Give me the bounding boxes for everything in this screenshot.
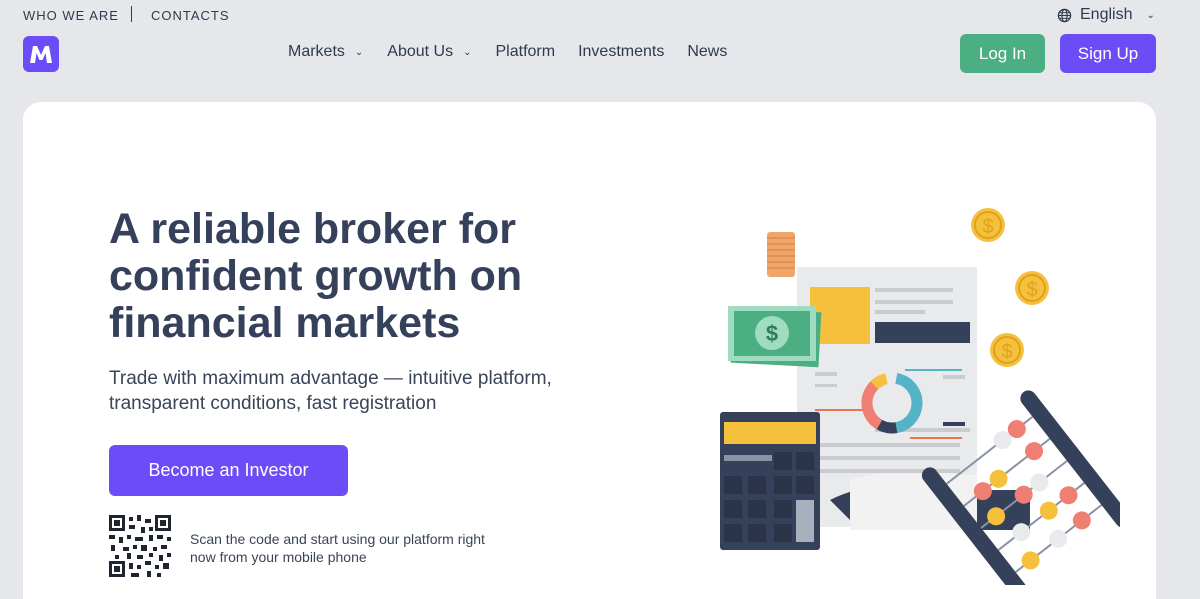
top-divider <box>131 6 132 22</box>
chevron-down-icon: ⌄ <box>463 46 472 58</box>
coin-stack <box>767 232 795 277</box>
nav-news[interactable]: News <box>687 43 727 61</box>
chevron-down-icon: ⌄ <box>354 46 364 58</box>
nav-news-label: News <box>687 43 728 60</box>
nav-investments[interactable]: Investments <box>578 43 664 61</box>
calculator <box>720 412 820 550</box>
dollar-coin: $ <box>990 333 1024 367</box>
money-bill: $ <box>728 306 822 368</box>
main-nav: Markets ⌄ About Us ⌄ Platform Investment… <box>288 43 727 61</box>
become-investor-button[interactable]: Become an Investor <box>109 445 348 496</box>
qr-code <box>109 515 171 577</box>
svg-text:$: $ <box>1001 341 1012 363</box>
svg-text:$: $ <box>1026 279 1037 301</box>
who-we-are-link[interactable]: WHO WE ARE <box>23 8 119 23</box>
dollar-coin: $ <box>1015 271 1049 305</box>
finance-illustration: $ $ $ $ <box>720 208 1120 585</box>
dollar-coin: $ <box>971 208 1005 242</box>
nav-platform[interactable]: Platform <box>496 43 556 61</box>
nav-investments-label: Investments <box>578 43 665 60</box>
globe-icon <box>1057 8 1072 22</box>
contacts-link[interactable]: CONTACTS <box>151 8 230 23</box>
nav-about-us[interactable]: About Us ⌄ <box>387 43 471 61</box>
language-selector[interactable]: English ⌄ <box>1057 6 1155 24</box>
hero-subtext: Trade with maximum advantage — intuitive… <box>109 368 552 414</box>
signup-button[interactable]: Sign Up <box>1060 34 1156 73</box>
language-label: English <box>1080 6 1133 23</box>
chevron-down-icon: ⌄ <box>1146 9 1155 21</box>
svg-text:$: $ <box>766 321 778 346</box>
top-utility-bar: WHO WE ARE CONTACTS English ⌄ <box>0 0 1200 30</box>
nav-markets-label: Markets <box>288 43 345 60</box>
brand-logo[interactable] <box>23 36 59 72</box>
login-button[interactable]: Log In <box>960 34 1045 73</box>
logo-m-icon <box>30 46 52 63</box>
hero-headline: A reliable broker for confident growth o… <box>109 205 523 347</box>
qr-description: Scan the code and start using our platfo… <box>190 531 485 565</box>
svg-text:$: $ <box>982 216 993 238</box>
nav-platform-label: Platform <box>495 43 556 60</box>
nav-about-us-label: About Us <box>387 43 454 60</box>
nav-markets[interactable]: Markets ⌄ <box>288 43 363 61</box>
